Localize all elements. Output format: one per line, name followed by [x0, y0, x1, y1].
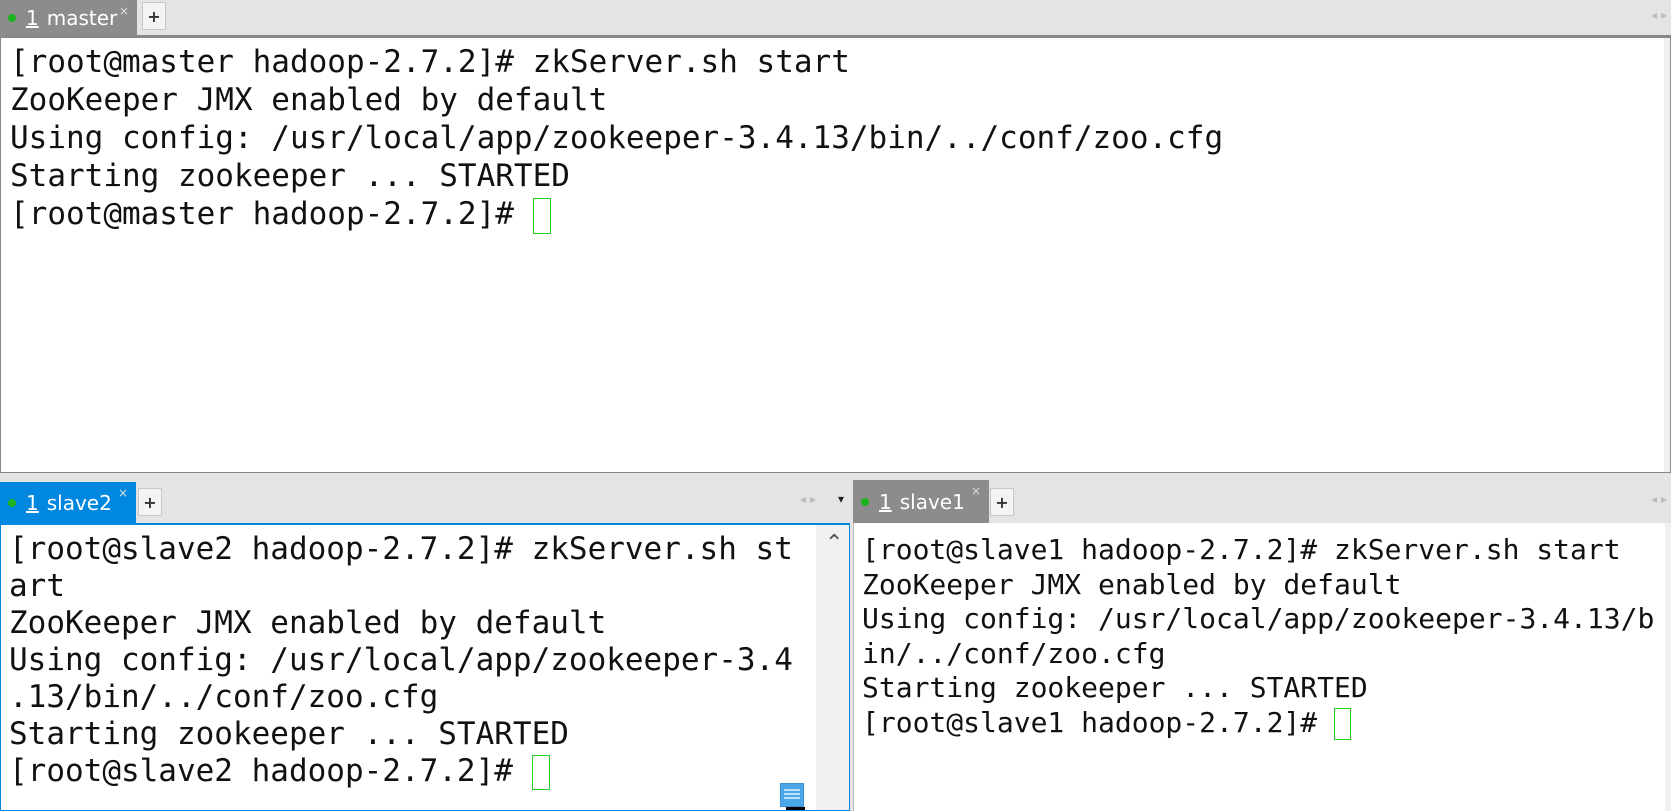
output-line: ZooKeeper JMX enabled by default	[9, 605, 607, 641]
tab-nav-arrows-icon[interactable]: ◂ ▸	[1651, 492, 1667, 506]
prompt: [root@master hadoop-2.7.2]#	[10, 196, 533, 232]
close-icon[interactable]: ×	[971, 484, 981, 498]
tab-nav-arrows-icon[interactable]: ◂ ▸	[800, 492, 816, 506]
tab-number: 1	[26, 490, 39, 515]
prompt: [root@slave1 hadoop-2.7.2]#	[862, 705, 1335, 739]
terminal-slave1[interactable]: [root@slave1 hadoop-2.7.2]# zkServer.sh …	[853, 523, 1671, 811]
output-line: Starting zookeeper ... STARTED	[9, 716, 569, 752]
output-line: Using config: /usr/local/app/zookeeper-3…	[10, 120, 1224, 156]
add-tab-button[interactable]: +	[990, 488, 1014, 516]
output-line: Starting zookeeper ... STARTED	[10, 158, 570, 194]
terminal-output: [root@master hadoop-2.7.2]# zkServer.sh …	[1, 38, 1670, 234]
output-line: [root@master hadoop-2.7.2]# zkServer.sh …	[10, 44, 850, 80]
add-tab-button[interactable]: +	[142, 2, 166, 30]
output-line: [root@slave1 hadoop-2.7.2]# zkServer.sh …	[862, 533, 1621, 566]
scroll-up-icon[interactable]: ⌃	[825, 531, 843, 556]
cursor	[1334, 707, 1352, 740]
cursor	[532, 197, 551, 234]
cursor	[531, 755, 550, 790]
notes-icon[interactable]	[780, 783, 804, 807]
scrollbar[interactable]	[1664, 38, 1670, 472]
output-line: art	[9, 568, 65, 604]
output-line: [root@slave2 hadoop-2.7.2]# zkServer.sh …	[9, 531, 793, 567]
tab-menu-icon[interactable]: ▾	[838, 492, 844, 506]
tab-label: slave2	[46, 490, 112, 515]
add-tab-button[interactable]: +	[138, 488, 162, 516]
master-tabbar: 1 master × + ◂ ▸	[0, 0, 1671, 35]
tab-label: slave1	[899, 489, 965, 514]
status-dot-icon	[861, 497, 869, 506]
black-block	[786, 807, 805, 810]
terminal-output: [root@slave2 hadoop-2.7.2]# zkServer.sh …	[1, 525, 849, 790]
prompt: [root@slave2 hadoop-2.7.2]#	[9, 753, 532, 789]
output-line: Using config: /usr/local/app/zookeeper-3…	[9, 642, 793, 678]
output-line: Starting zookeeper ... STARTED	[862, 671, 1368, 705]
output-line: Using config: /usr/local/app/zookeeper-3…	[862, 602, 1655, 636]
output-line: .13/bin/../conf/zoo.cfg	[9, 679, 439, 715]
status-dot-icon	[8, 498, 16, 507]
tab-master[interactable]: 1 master ×	[0, 0, 137, 35]
tab-number: 1	[879, 489, 892, 514]
output-line: ZooKeeper JMX enabled by default	[862, 567, 1402, 601]
output-line: in/../conf/zoo.cfg	[862, 636, 1166, 670]
tab-number: 1	[26, 5, 39, 30]
terminal-output: [root@slave1 hadoop-2.7.2]# zkServer.sh …	[854, 523, 1671, 741]
tab-slave2[interactable]: 1 slave2 ×	[0, 482, 136, 523]
tab-slave1[interactable]: 1 slave1 ×	[853, 480, 989, 523]
close-icon[interactable]: ×	[118, 486, 128, 500]
close-icon[interactable]: ×	[119, 4, 129, 18]
terminal-slave2[interactable]: [root@slave2 hadoop-2.7.2]# zkServer.sh …	[0, 523, 850, 811]
scrollbar[interactable]: ⌃	[816, 525, 849, 810]
tab-nav-arrows-icon[interactable]: ◂ ▸	[1651, 8, 1667, 22]
output-line: ZooKeeper JMX enabled by default	[10, 82, 608, 118]
status-dot-icon	[8, 13, 16, 22]
terminal-master[interactable]: [root@master hadoop-2.7.2]# zkServer.sh …	[0, 35, 1671, 473]
scrollbar[interactable]	[1665, 523, 1671, 811]
tab-label: master	[46, 5, 118, 30]
